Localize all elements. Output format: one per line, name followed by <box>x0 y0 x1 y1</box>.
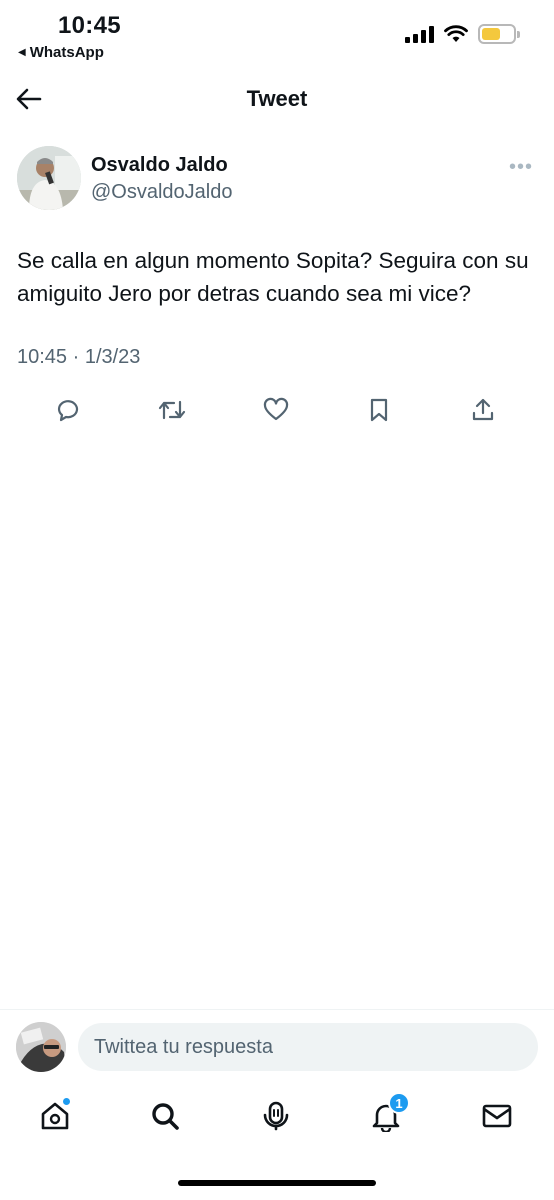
tweet-actions <box>0 392 554 428</box>
notification-badge: 1 <box>388 1092 410 1114</box>
more-dots-icon[interactable]: ••• <box>509 156 533 179</box>
back-app-label: WhatsApp <box>29 44 104 61</box>
reply-bar <box>0 1009 554 1085</box>
wifi-icon <box>444 25 468 42</box>
search-icon <box>152 1103 179 1130</box>
nav-notifications[interactable]: 1 <box>366 1092 410 1136</box>
retweet-icon <box>158 400 186 420</box>
bookmark-button[interactable] <box>361 392 397 428</box>
bookmark-icon <box>370 398 388 422</box>
share-button[interactable] <box>465 392 501 428</box>
page-title: Tweet <box>246 86 308 111</box>
bottom-nav: 1 <box>0 1088 554 1150</box>
back-triangle-icon: ◀ <box>18 47 26 58</box>
like-button[interactable] <box>258 392 294 428</box>
home-indicator <box>178 1180 376 1186</box>
reply-input[interactable] <box>78 1023 538 1071</box>
nav-spaces[interactable] <box>256 1096 296 1136</box>
notification-dot <box>62 1097 71 1106</box>
nav-messages[interactable] <box>477 1096 517 1136</box>
status-icons <box>405 24 520 44</box>
reply-icon <box>57 400 79 422</box>
back-to-app-link[interactable]: ◀ WhatsApp <box>18 44 104 61</box>
spaces-icon <box>263 1101 289 1131</box>
retweet-button[interactable] <box>154 392 190 428</box>
avatar[interactable] <box>16 1022 66 1072</box>
tweet-timestamp[interactable]: 10:45 · 1/3/23 <box>17 346 140 369</box>
nav-search[interactable] <box>145 1096 185 1136</box>
status-time: 10:45 <box>58 12 121 39</box>
nav-home[interactable] <box>35 1096 75 1136</box>
author-name[interactable]: Osvaldo Jaldo <box>91 154 228 177</box>
share-icon <box>472 398 494 421</box>
mail-icon <box>482 1104 512 1128</box>
status-bar: 10:45 ◀ WhatsApp <box>0 0 554 70</box>
author-handle[interactable]: @OsvaldoJaldo <box>91 181 232 204</box>
cellular-signal-icon <box>405 25 434 43</box>
reply-button[interactable] <box>50 392 86 428</box>
tweet-author: Osvaldo Jaldo @OsvaldoJaldo ••• <box>17 146 537 212</box>
battery-icon <box>478 24 520 44</box>
tweet-text: Se calla en algun momento Sopita? Seguir… <box>17 248 529 306</box>
heart-icon <box>263 397 289 421</box>
avatar[interactable] <box>17 146 81 210</box>
header: Tweet <box>0 70 554 126</box>
